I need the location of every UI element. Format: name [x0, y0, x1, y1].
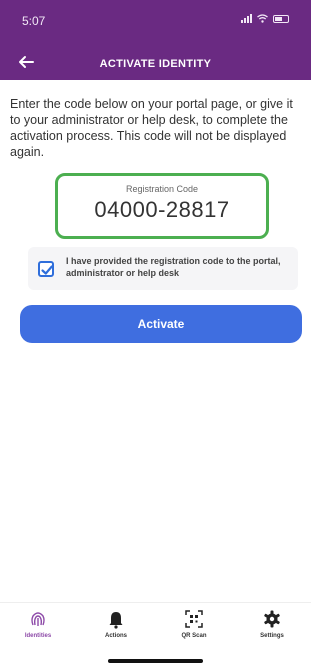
- tab-identities[interactable]: Identities: [8, 609, 68, 653]
- tab-label: QR Scan: [181, 633, 207, 639]
- home-indicator: [108, 659, 203, 663]
- wifi-icon: [257, 14, 268, 23]
- confirmation-label: I have provided the registration code to…: [66, 256, 281, 278]
- phone-screen: 5:07 ACTIVATE IDENTITY Enter the code be…: [0, 0, 311, 667]
- registration-code-label: Registration Code: [125, 184, 199, 194]
- tab-label: Identities: [24, 633, 52, 639]
- activate-button[interactable]: Activate: [20, 305, 302, 343]
- qr-scan-icon: [185, 610, 203, 628]
- battery-icon: [273, 14, 289, 23]
- page-title: ACTIVATE IDENTITY: [99, 58, 212, 70]
- bottom-tab-bar: Identities Actions QR Scan Settings: [0, 602, 311, 667]
- bell-icon: [109, 612, 123, 629]
- tab-settings[interactable]: Settings: [242, 609, 302, 653]
- signal-icon: [241, 14, 252, 23]
- registration-code-box: Registration Code 04000-28817: [55, 173, 269, 239]
- confirmation-checkbox[interactable]: [38, 261, 54, 277]
- tab-actions[interactable]: Actions: [86, 609, 146, 653]
- confirmation-row[interactable]: I have provided the registration code to…: [28, 247, 298, 290]
- nav-bar: ACTIVATE IDENTITY: [0, 48, 311, 80]
- status-bar: 5:07: [0, 0, 311, 40]
- status-icons: [241, 14, 289, 23]
- fingerprint-icon: [31, 612, 45, 626]
- status-time: 5:07: [22, 14, 46, 28]
- tab-label: Actions: [104, 633, 127, 639]
- tab-label: Settings: [260, 633, 284, 639]
- instructions-text: Enter the code below on your portal page…: [10, 97, 293, 159]
- checkmark-icon: [41, 265, 53, 275]
- gear-icon: [264, 610, 280, 628]
- tab-qr-scan[interactable]: QR Scan: [164, 609, 224, 653]
- app-header: 5:07 ACTIVATE IDENTITY: [0, 0, 311, 80]
- registration-code-value: 04000-28817: [94, 197, 230, 222]
